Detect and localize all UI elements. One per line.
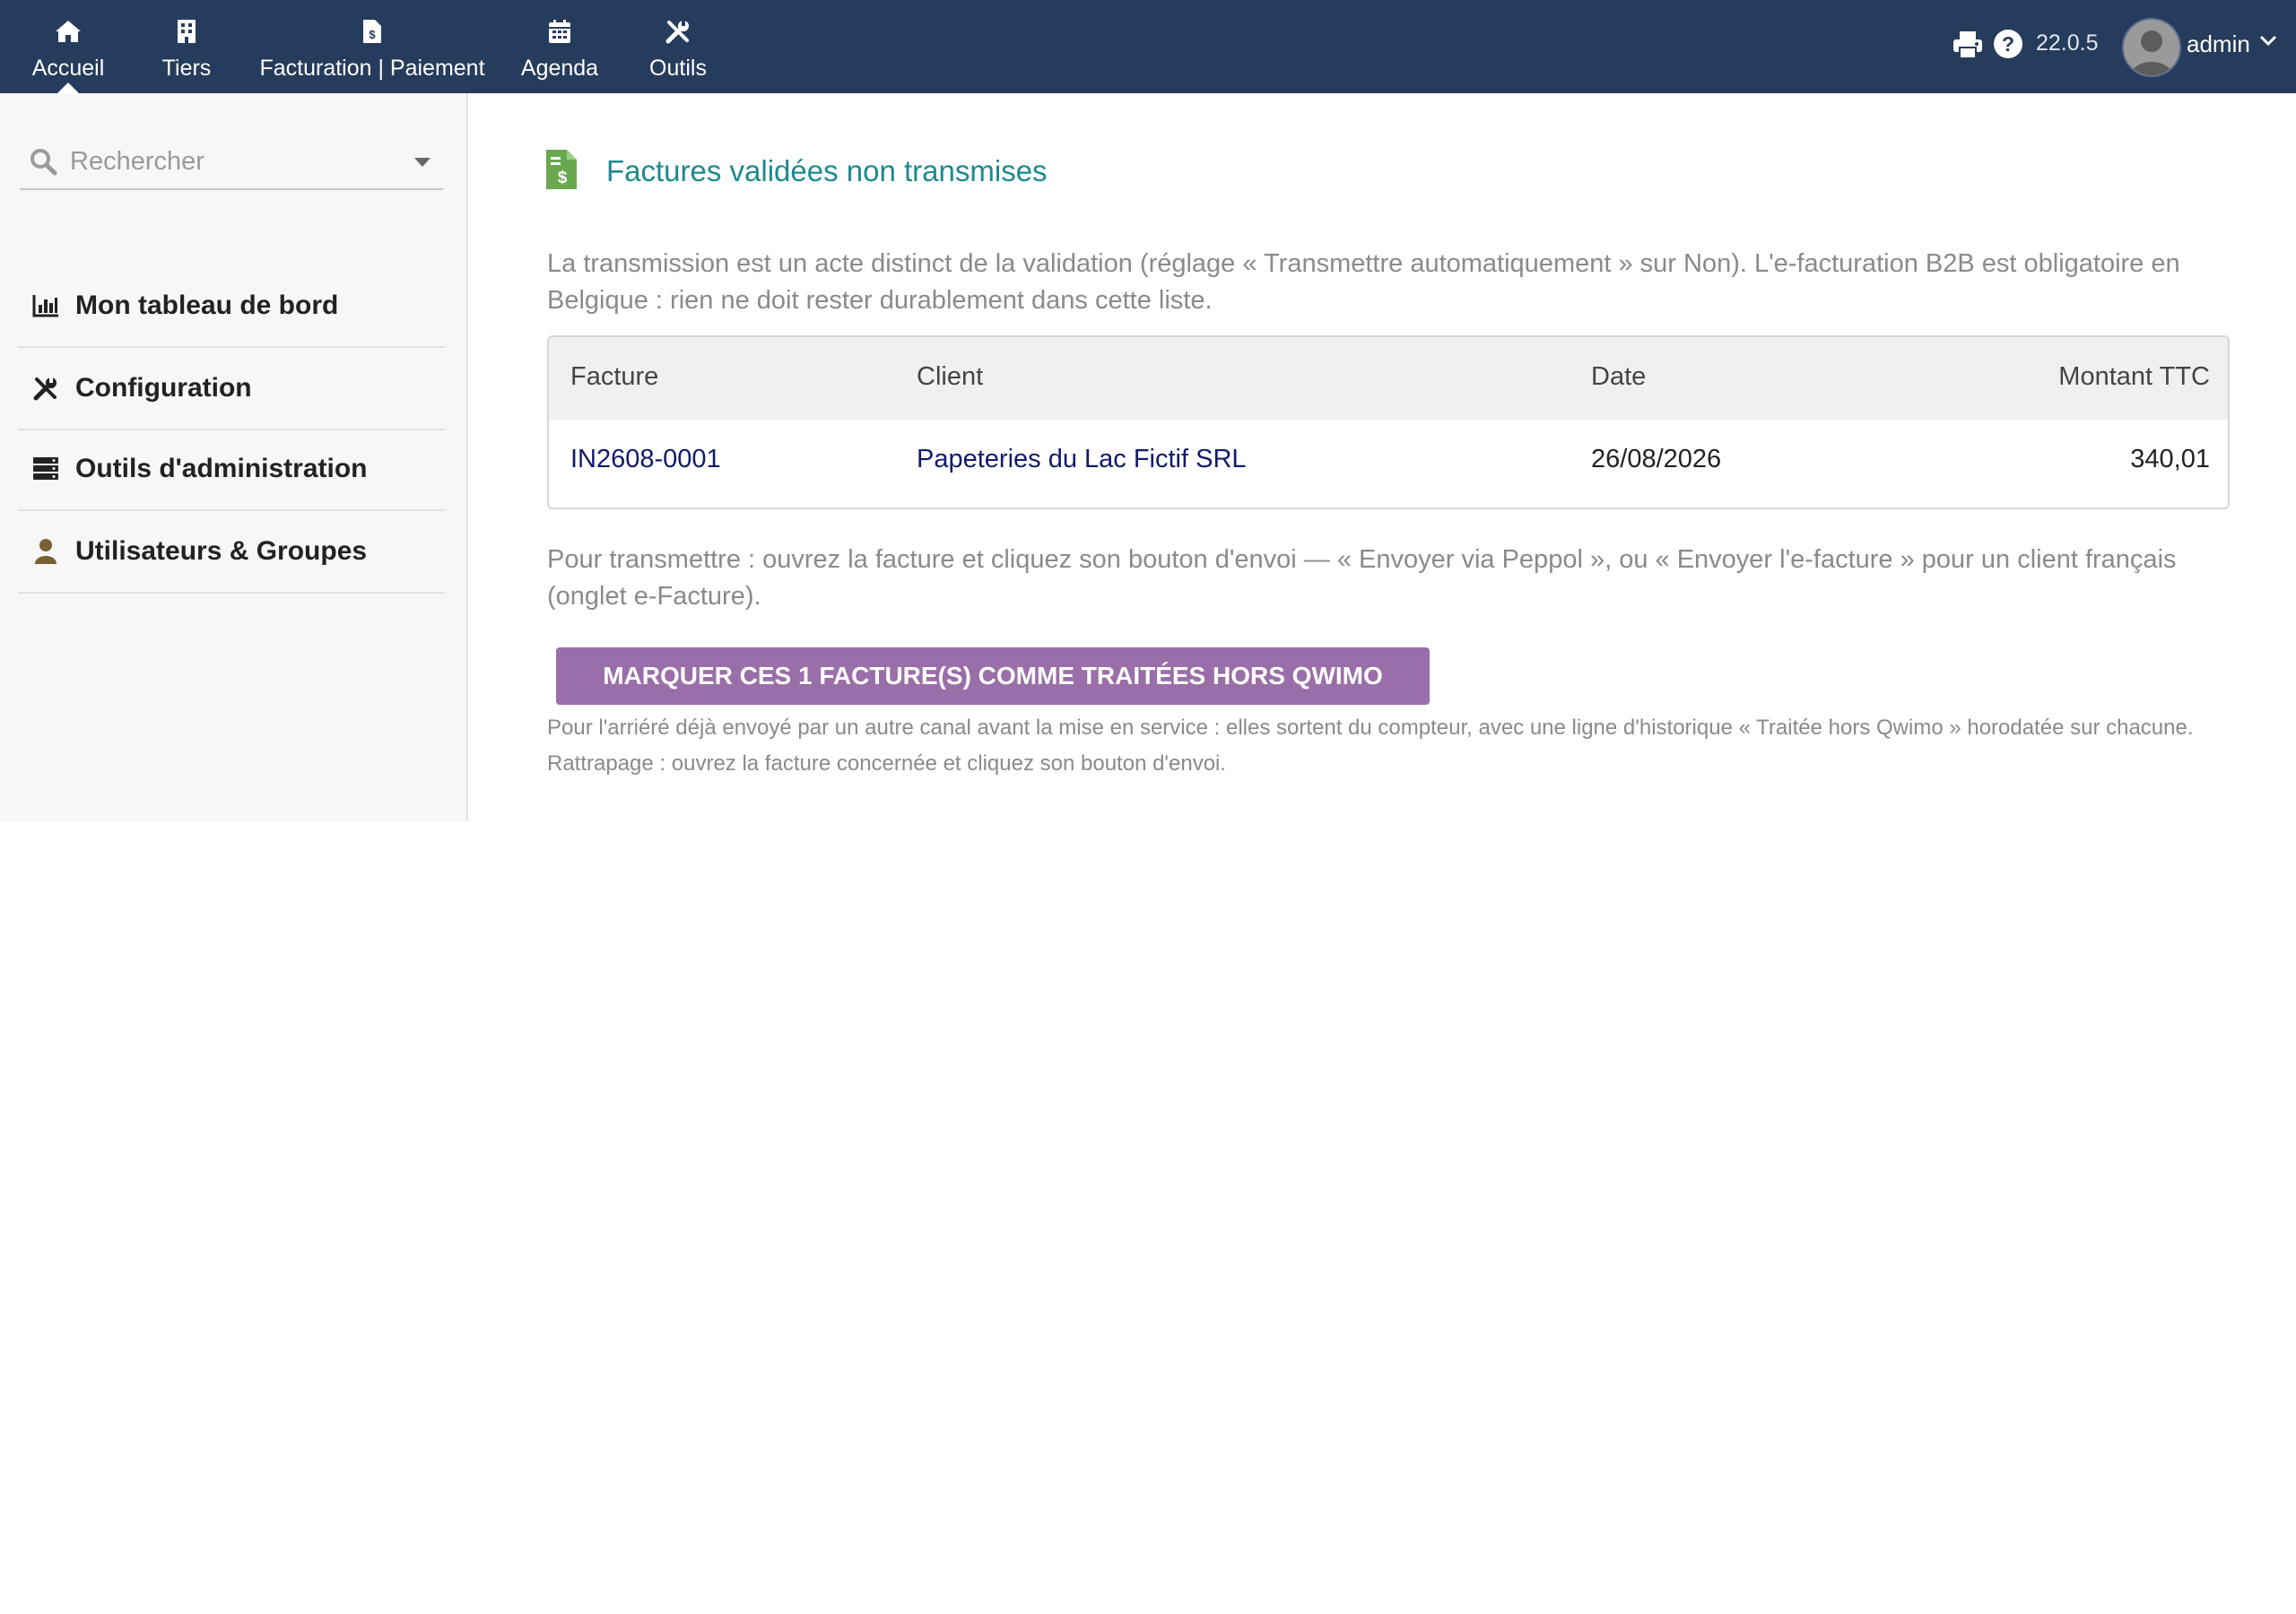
col-header-date[interactable]: Date [1591, 362, 1646, 392]
active-caret [57, 82, 79, 93]
user-menu-name[interactable]: admin [2187, 30, 2250, 58]
invoices-table: Facture Client Date Montant TTC IN2608-0… [547, 335, 2230, 509]
nav-label: Facturation | Paiement [259, 56, 485, 81]
intro-text: La transmission est un acte distinct de … [547, 249, 2180, 315]
table-header: Facture Client Date Montant TTC [549, 337, 2228, 420]
invoice-icon: $ [545, 149, 578, 195]
chart-bar-icon [30, 291, 61, 321]
sidebar: Mon tableau de bord Configuration Outils… [0, 93, 468, 821]
sidebar-item-users-groups[interactable]: Utilisateurs & Groupes [18, 511, 445, 594]
search-box [20, 136, 443, 190]
svg-text:$: $ [369, 28, 376, 41]
sidebar-item-label: Outils d'administration [75, 454, 368, 483]
invoice-icon: $ [362, 16, 382, 47]
note-text: Pour l'arriéré déjà envoyé par un autre … [547, 716, 2194, 776]
nav-outils[interactable]: Outils [639, 0, 718, 93]
chevron-down-icon[interactable] [2258, 34, 2278, 53]
col-header-facture[interactable]: Facture [570, 362, 658, 392]
mark-processed-button[interactable]: MARQUER CES 1 FACTURE(S) COMME TRAITÉES … [556, 647, 1430, 705]
sidebar-item-admin-tools[interactable]: Outils d'administration [18, 429, 445, 511]
instructions-text: Pour transmettre : ouvrez la facture et … [547, 545, 2177, 611]
server-icon [30, 454, 61, 484]
invoice-date: 26/08/2026 [1591, 445, 1722, 473]
svg-text:?: ? [2002, 32, 2014, 56]
svg-text:$: $ [558, 169, 568, 187]
sidebar-item-dashboard[interactable]: Mon tableau de bord [18, 265, 445, 348]
nav-tiers[interactable]: Tiers [147, 0, 226, 93]
version-label: 22.0.5 [2036, 30, 2099, 56]
sidebar-item-label: Mon tableau de bord [75, 291, 339, 320]
nav-accueil[interactable]: Accueil [20, 0, 117, 93]
nav-label: Agenda [520, 56, 599, 81]
help-icon[interactable]: ? [1993, 29, 2025, 61]
table-row: IN2608-0001 Papeteries du Lac Fictif SRL… [549, 420, 2228, 506]
nav-label: Accueil [31, 56, 105, 81]
search-input[interactable] [70, 142, 393, 181]
page-header: $ Factures validées non transmises [545, 149, 1048, 194]
nav-agenda[interactable]: Agenda [517, 0, 603, 93]
tools-icon [665, 16, 691, 47]
invoice-amount: 340,01 [2130, 445, 2210, 473]
col-header-client[interactable]: Client [917, 362, 983, 392]
print-icon[interactable] [1952, 29, 1984, 61]
client-link[interactable]: Papeteries du Lac Fictif SRL [917, 445, 1247, 474]
user-icon [30, 536, 61, 567]
caret-down-icon[interactable] [414, 158, 430, 167]
col-header-montant[interactable]: Montant TTC [2058, 362, 2210, 392]
building-icon [177, 16, 196, 47]
avatar[interactable] [2122, 18, 2181, 77]
sidebar-item-label: Configuration [75, 373, 252, 403]
search-icon [29, 147, 57, 180]
nav-label: Tiers [161, 56, 212, 81]
calendar-icon [548, 16, 571, 47]
home-icon [55, 16, 82, 47]
nav-facturation[interactable]: $ Facturation | Paiement [253, 0, 491, 93]
sidebar-item-configuration[interactable]: Configuration [18, 348, 445, 430]
page-title: Factures validées non transmises [606, 154, 1048, 187]
top-navbar: Accueil Tiers $ Facturation | Paiement A… [0, 0, 2296, 93]
invoice-ref-link[interactable]: IN2608-0001 [570, 445, 721, 474]
nav-label: Outils [649, 56, 707, 81]
tools-icon [30, 373, 61, 404]
sidebar-item-label: Utilisateurs & Groupes [75, 536, 368, 566]
